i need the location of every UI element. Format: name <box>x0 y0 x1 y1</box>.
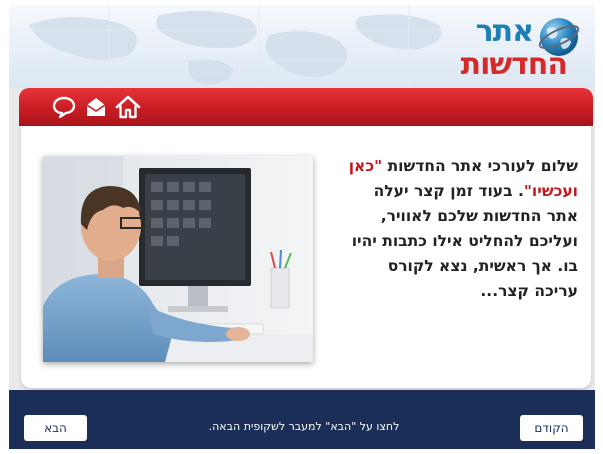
footer-bar: הבא לחצו על "הבא" למעבר לשקופית הבאה. הק… <box>9 390 595 449</box>
intro-text: שלום לעורכי אתר החדשות "כאן ועכשיו". בעו… <box>346 154 578 304</box>
site-logo: אתר החדשות <box>421 11 581 87</box>
chat-bubble-icon[interactable] <box>51 94 77 120</box>
previous-button[interactable]: הקודם <box>520 415 583 441</box>
globe-icon <box>538 18 580 56</box>
man-at-computer-photo <box>43 156 313 362</box>
instruction-text: לחצו על "הבא" למעבר לשקופית הבאה. <box>208 420 400 433</box>
navigation-bar <box>19 88 593 126</box>
lesson-window: אתר החדשות שלום לעורכי אתר החדשות "כאן ו… <box>9 5 595 449</box>
intro-text-start: שלום לעורכי אתר החדשות <box>382 157 578 175</box>
home-icon[interactable] <box>115 94 141 120</box>
header: אתר החדשות <box>9 5 595 88</box>
envelope-icon[interactable] <box>83 94 109 120</box>
logo-title-line1: אתר <box>475 14 534 49</box>
content-panel: שלום לעורכי אתר החדשות "כאן ועכשיו". בעו… <box>21 126 591 388</box>
next-button[interactable]: הבא <box>24 415 87 441</box>
